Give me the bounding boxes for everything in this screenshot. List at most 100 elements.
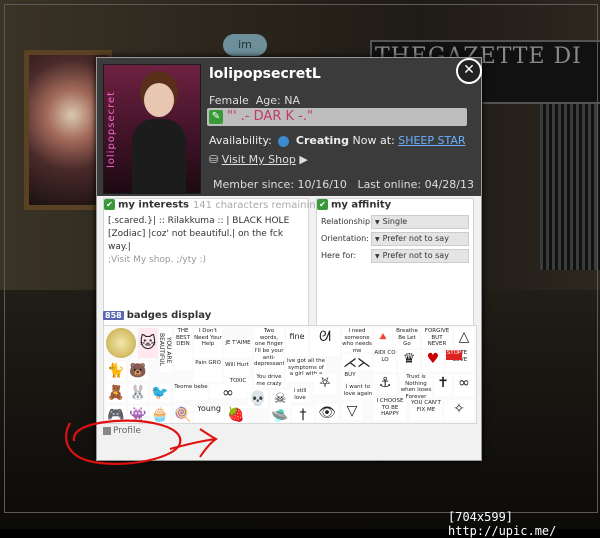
tagline-text: "' .- DAR K -."	[227, 109, 313, 124]
badge-skull-heart[interactable]: 💀	[248, 390, 268, 408]
badges-header: 858 badges display	[103, 310, 211, 321]
visit-shop-link[interactable]: Visit My Shop	[222, 153, 296, 166]
username: lolipopsecretL	[209, 66, 321, 82]
badge-bear-pink[interactable]: 🧸	[106, 384, 126, 402]
badge-choose-happy[interactable]: I CHOOSE TO BE HAPPY	[374, 398, 406, 420]
play-arrow-icon: ▶	[299, 153, 308, 166]
interests-title: my interests	[118, 199, 189, 211]
interests-text-area[interactable]: [.scared.}| :: Rilakkuma :: | BLACK HOLE…	[108, 215, 304, 267]
badge-count: 858	[103, 311, 124, 320]
badge-infinity[interactable]: ∞	[454, 374, 474, 396]
badge-pentagram[interactable]: ⛧	[314, 374, 336, 394]
dropdown-arrow-icon: ▼	[375, 236, 380, 243]
dropdown-arrow-icon: ▼	[375, 253, 380, 260]
badge-aidi[interactable]: AIDI CO LO	[374, 350, 396, 372]
affinity-header: ✔ my affinity	[317, 199, 391, 213]
badge-need-someone[interactable]: I need someone who needs me	[342, 328, 372, 352]
avatar-body	[132, 119, 186, 193]
badges-title: badges display	[126, 310, 212, 321]
close-button[interactable]: ✕	[456, 58, 482, 84]
badge-two-words[interactable]: Two words, one finger	[254, 328, 284, 346]
tagline-box[interactable]: ✎ "' .- DAR K -."	[207, 108, 467, 126]
red-annotation-scribble	[65, 419, 218, 465]
badge-rainbow-triangle[interactable]: 🔺	[374, 328, 392, 348]
badges-grid: 🐱 YOU ARE BEAUTIFUL THE BEST DEIN I Don'…	[103, 325, 477, 424]
shop-row[interactable]: ⛁ Visit My Shop ▶	[209, 153, 308, 166]
badge-beautiful[interactable]: YOU ARE BEAUTIFUL	[160, 328, 172, 372]
badge-infinity-bar[interactable]: ∞	[210, 384, 246, 398]
interests-header: ✔ my interests 141 characters remaining	[104, 199, 322, 213]
dropdown-arrow-icon: ▼	[375, 219, 380, 226]
badge-triangle-outline[interactable]: △	[454, 328, 474, 348]
here-for-select[interactable]: ▼ Prefer not to say	[371, 249, 469, 263]
profile-header: lolipopsecret lolipopsecretL Female Age:…	[97, 58, 481, 196]
availability-row: Availability: Creating Now at: SHEEP STA…	[209, 134, 466, 147]
badge-je-taime[interactable]: JE T'AIME	[224, 340, 252, 358]
last-online: Last online: 04/28/13	[357, 178, 475, 191]
badge-skull[interactable]: ☠	[270, 390, 290, 408]
badge-cat-face[interactable]: 🐈	[106, 362, 126, 380]
watermark: [704x599] http://upic.me/	[448, 510, 557, 538]
badge-anti-depressant[interactable]: I'll be your anti-depressant	[254, 348, 284, 372]
badge-hearts[interactable]: ♥	[422, 350, 444, 372]
gender-age: Female Age: NA	[209, 94, 300, 107]
badge-strawberry[interactable]: 🍓	[226, 406, 246, 422]
badge-bunny[interactable]: 🐰	[128, 384, 148, 402]
availability-label: Availability:	[209, 134, 272, 147]
badge-forgive[interactable]: FORGIVE BUT NEVER FORGET	[422, 328, 452, 348]
badge-gold-seal[interactable]	[106, 328, 136, 358]
badge-still-love[interactable]: i still love	[290, 388, 310, 402]
badge-bunny-ears[interactable]: ᘛ	[310, 328, 340, 356]
avatar-head	[144, 83, 174, 117]
badge-anchor[interactable]: ⚓	[374, 374, 396, 394]
member-row: Member since: 10/16/10 Last online: 04/2…	[213, 178, 474, 191]
badge-eye-triangle[interactable]: 👁	[316, 404, 338, 422]
badge-love-again[interactable]: I want to love again	[342, 384, 374, 400]
badge-bat-wings[interactable]: ⋌⋋	[342, 354, 372, 370]
shop-icon: ⛁	[209, 153, 219, 166]
badge-swallows[interactable]: ✧	[444, 400, 474, 420]
room-link[interactable]: SHEEP STAR	[398, 134, 465, 147]
badge-buy[interactable]: BUY	[342, 372, 358, 382]
badge-fine[interactable]: fine	[286, 328, 308, 356]
availability-status: Creating	[295, 134, 349, 147]
status-icon	[278, 135, 290, 147]
avatar-side-text: lolipopsecret	[106, 90, 117, 168]
orientation-label: Orientation:	[321, 234, 369, 243]
badge-will-hurt[interactable]: Will Hurt	[224, 362, 250, 376]
badge-bird[interactable]: 🐦	[150, 384, 170, 402]
badge-bear[interactable]: 🐻	[128, 362, 148, 380]
badge-peace-triangle[interactable]: ▽	[342, 402, 362, 420]
member-since: Member since: 10/16/10	[213, 178, 347, 191]
here-for-value: Prefer not to say	[382, 251, 449, 260]
badge-trust[interactable]: Trust is Nothing when loses Forever	[400, 374, 432, 398]
pencil-icon[interactable]: ✎	[209, 110, 223, 124]
badge-pain-gro[interactable]: Pain GRO	[194, 360, 222, 382]
badge-cant-fix[interactable]: YOU CAN'T FIX ME	[410, 400, 442, 420]
relationship-value: Single	[382, 217, 408, 226]
gender: Female	[209, 94, 249, 107]
profile-dialog: lolipopsecret lolipopsecretL Female Age:…	[96, 57, 482, 461]
relationship-label: Relationship:	[321, 217, 373, 226]
check-icon: ✔	[104, 199, 115, 210]
badge-dagger[interactable]: †	[292, 406, 314, 422]
orientation-select[interactable]: ▼ Prefer not to say	[371, 232, 469, 246]
badge-ufo[interactable]: 🛸	[270, 408, 290, 422]
badge-spike-mohawk[interactable]: ♛	[398, 350, 420, 372]
badge-cross[interactable]: ✝	[434, 374, 452, 396]
badge-breathe[interactable]: Breathe Be Let Go	[394, 328, 420, 348]
avatar-picture[interactable]: lolipopsecret	[103, 64, 201, 194]
interests-text: [.scared.}| :: Rilakkuma :: | BLACK HOLE…	[108, 216, 290, 252]
interests-faded-text: ;Visit My shop. ;/yty :)	[108, 255, 207, 265]
badge-drive-crazy[interactable]: You drive me crazy	[254, 374, 284, 388]
badge-dont-need-help[interactable]: I Don't Need Your Help	[194, 328, 222, 358]
relationship-select[interactable]: ▼ Single	[371, 215, 469, 229]
orientation-value: Prefer not to say	[382, 234, 449, 243]
badge-stop[interactable]: STOP	[446, 350, 462, 360]
now-at-label: Now at:	[352, 134, 395, 147]
badge-the-best[interactable]: THE BEST DEIN	[174, 328, 192, 370]
badge-hello-kitty[interactable]: 🐱	[138, 328, 158, 358]
badge-teome-bebe[interactable]: Teome bebe	[174, 384, 208, 400]
here-for-label: Here for:	[321, 251, 357, 260]
affinity-title: my affinity	[331, 199, 392, 211]
